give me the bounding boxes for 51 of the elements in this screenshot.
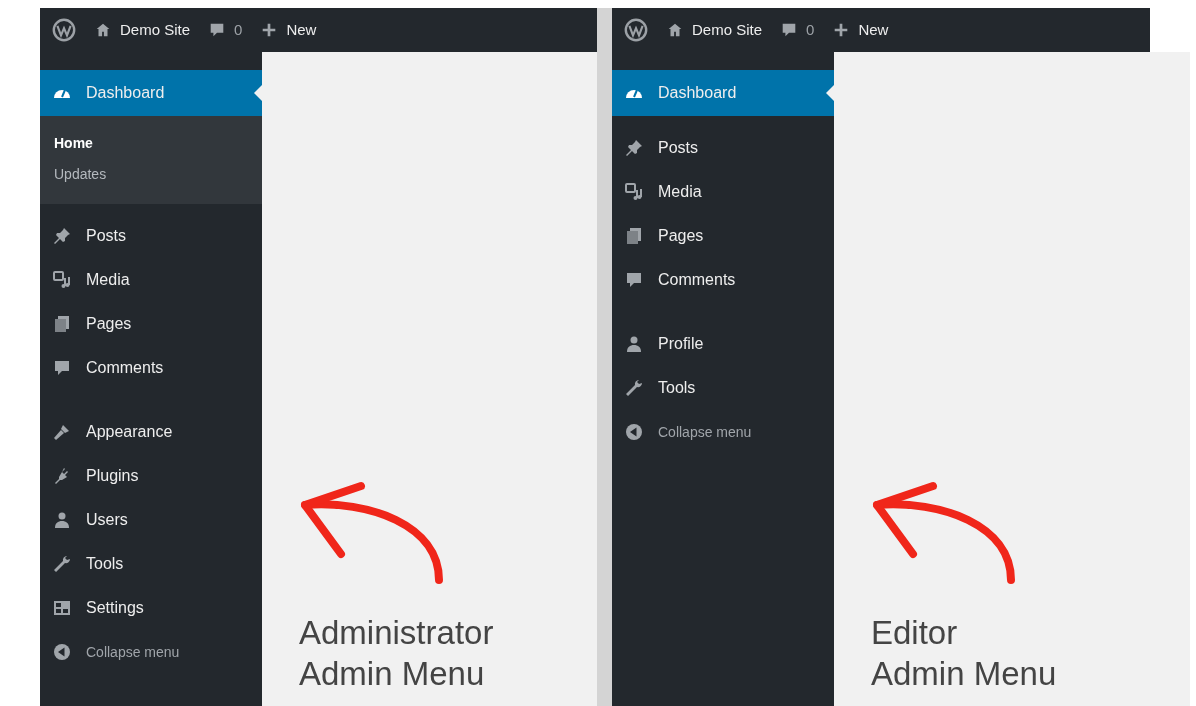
menu-item[interactable]: Profile [612, 322, 834, 366]
caption-line: Administrator [299, 612, 495, 653]
speech-bubble-icon [52, 358, 72, 378]
wp-logo-icon[interactable] [52, 18, 76, 42]
menu-item[interactable]: Appearance [40, 410, 262, 454]
speech-bubble-icon [624, 270, 644, 290]
house-icon [666, 21, 684, 39]
house-icon [94, 21, 112, 39]
menu-item[interactable]: Pages [612, 214, 834, 258]
wrench-icon [52, 554, 72, 574]
paintbrush-icon [52, 422, 72, 442]
pushpin-icon [52, 226, 72, 246]
site-name-link[interactable]: Demo Site [692, 18, 763, 42]
menu-item[interactable]: Users [40, 498, 262, 542]
person-icon [624, 334, 644, 354]
menu-item[interactable]: Posts [612, 126, 834, 170]
site-name-link[interactable]: Demo Site [120, 18, 191, 42]
menu-item[interactable]: Settings [40, 586, 262, 630]
menu-item[interactable]: Comments [40, 346, 262, 390]
menu-item[interactable]: Media [612, 170, 834, 214]
submenu-item[interactable]: Home [40, 128, 262, 159]
menu-item[interactable]: Tools [612, 366, 834, 410]
menu-item[interactable]: Media [40, 258, 262, 302]
pushpin-icon [624, 138, 644, 158]
menu-item[interactable]: Posts [40, 214, 262, 258]
comment-count[interactable]: 0 [806, 18, 815, 42]
submenu-item[interactable]: Updates [40, 159, 262, 190]
documents-icon [624, 226, 644, 246]
collapse-icon [624, 422, 644, 442]
media-icon [52, 270, 72, 290]
media-icon [624, 182, 644, 202]
menu-item[interactable]: Comments [612, 258, 834, 302]
menu-item[interactable]: Pages [40, 302, 262, 346]
wp-logo-icon[interactable] [624, 18, 648, 42]
collapse-menu-button[interactable]: Collapse menu [612, 410, 834, 454]
menu-item[interactable]: Dashboard [40, 70, 262, 116]
new-link[interactable]: New [286, 18, 317, 42]
wrench-icon [624, 378, 644, 398]
collapse-icon [52, 642, 72, 662]
documents-icon [52, 314, 72, 334]
new-link[interactable]: New [858, 18, 889, 42]
collapse-menu-button[interactable]: Collapse menu [40, 630, 262, 674]
comment-count[interactable]: 0 [234, 18, 243, 42]
caption-line: Admin Menu [299, 653, 486, 694]
grid-icon [52, 598, 72, 618]
menu-item[interactable]: Dashboard [612, 70, 834, 116]
menu-item[interactable]: Plugins [40, 454, 262, 498]
caption-line: Editor [871, 612, 959, 653]
menu-item[interactable]: Tools [40, 542, 262, 586]
caption-line: Admin Menu [871, 653, 1058, 694]
person-icon [52, 510, 72, 530]
